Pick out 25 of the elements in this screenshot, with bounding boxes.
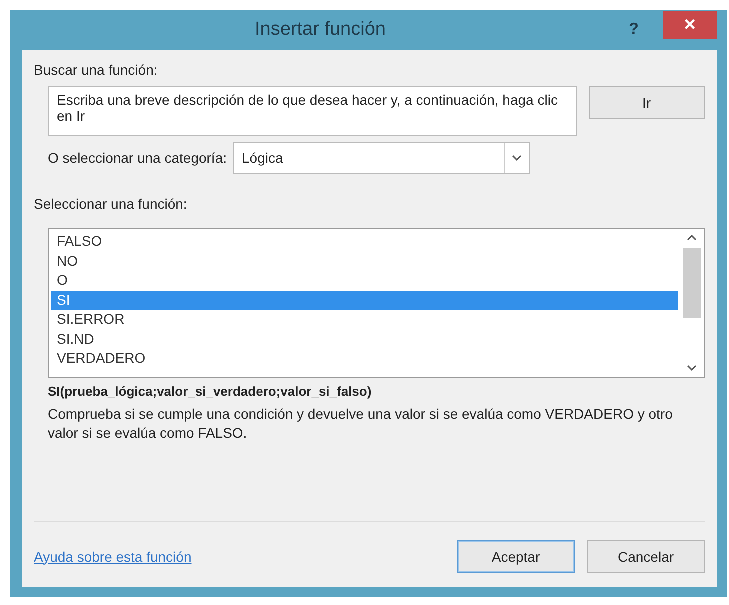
- function-item[interactable]: FALSO: [51, 232, 678, 252]
- function-item[interactable]: O: [51, 271, 678, 290]
- function-description: Comprueba si se cumple una condición y devuelve una valor si se evalúa como VERDADERO y otro valor si se evalúa como FALSO.: [48, 405, 674, 443]
- go-button[interactable]: Ir: [588, 86, 705, 119]
- chevron-down-icon: [512, 155, 522, 161]
- scrollbar-thumb[interactable]: [683, 248, 701, 318]
- function-signature: SI(prueba_lógica;valor_si_verdadero;valor_si_falso): [48, 384, 373, 399]
- scroll-down-icon[interactable]: [687, 365, 697, 371]
- window-title: Insertar función: [254, 19, 387, 41]
- function-item[interactable]: SI.ERROR: [51, 310, 678, 330]
- close-button[interactable]: ×: [663, 11, 717, 39]
- cancel-button[interactable]: Cancelar: [587, 540, 705, 573]
- function-item[interactable]: SI.ND: [51, 330, 678, 349]
- help-link[interactable]: Ayuda sobre esta función: [34, 548, 192, 564]
- search-label: Buscar una función:: [34, 62, 159, 78]
- accept-button[interactable]: Aceptar: [457, 540, 575, 573]
- search-field[interactable]: Escriba una breve descripción de lo que desea hacer y, a continuación, haga clic en Ir: [48, 86, 577, 136]
- scroll-up-icon[interactable]: [687, 235, 697, 241]
- function-item[interactable]: VERDADERO: [51, 349, 678, 368]
- category-dropdown[interactable]: Lógica: [233, 142, 530, 174]
- function-list[interactable]: FALSO NO O SI SI.ERROR SI.ND VERDADERO: [48, 228, 705, 378]
- category-label: O seleccionar una categoría:: [48, 150, 227, 166]
- function-list-label: Seleccionar una función:: [34, 196, 188, 212]
- help-button[interactable]: ?: [619, 21, 649, 39]
- function-item[interactable]: NO: [51, 252, 678, 271]
